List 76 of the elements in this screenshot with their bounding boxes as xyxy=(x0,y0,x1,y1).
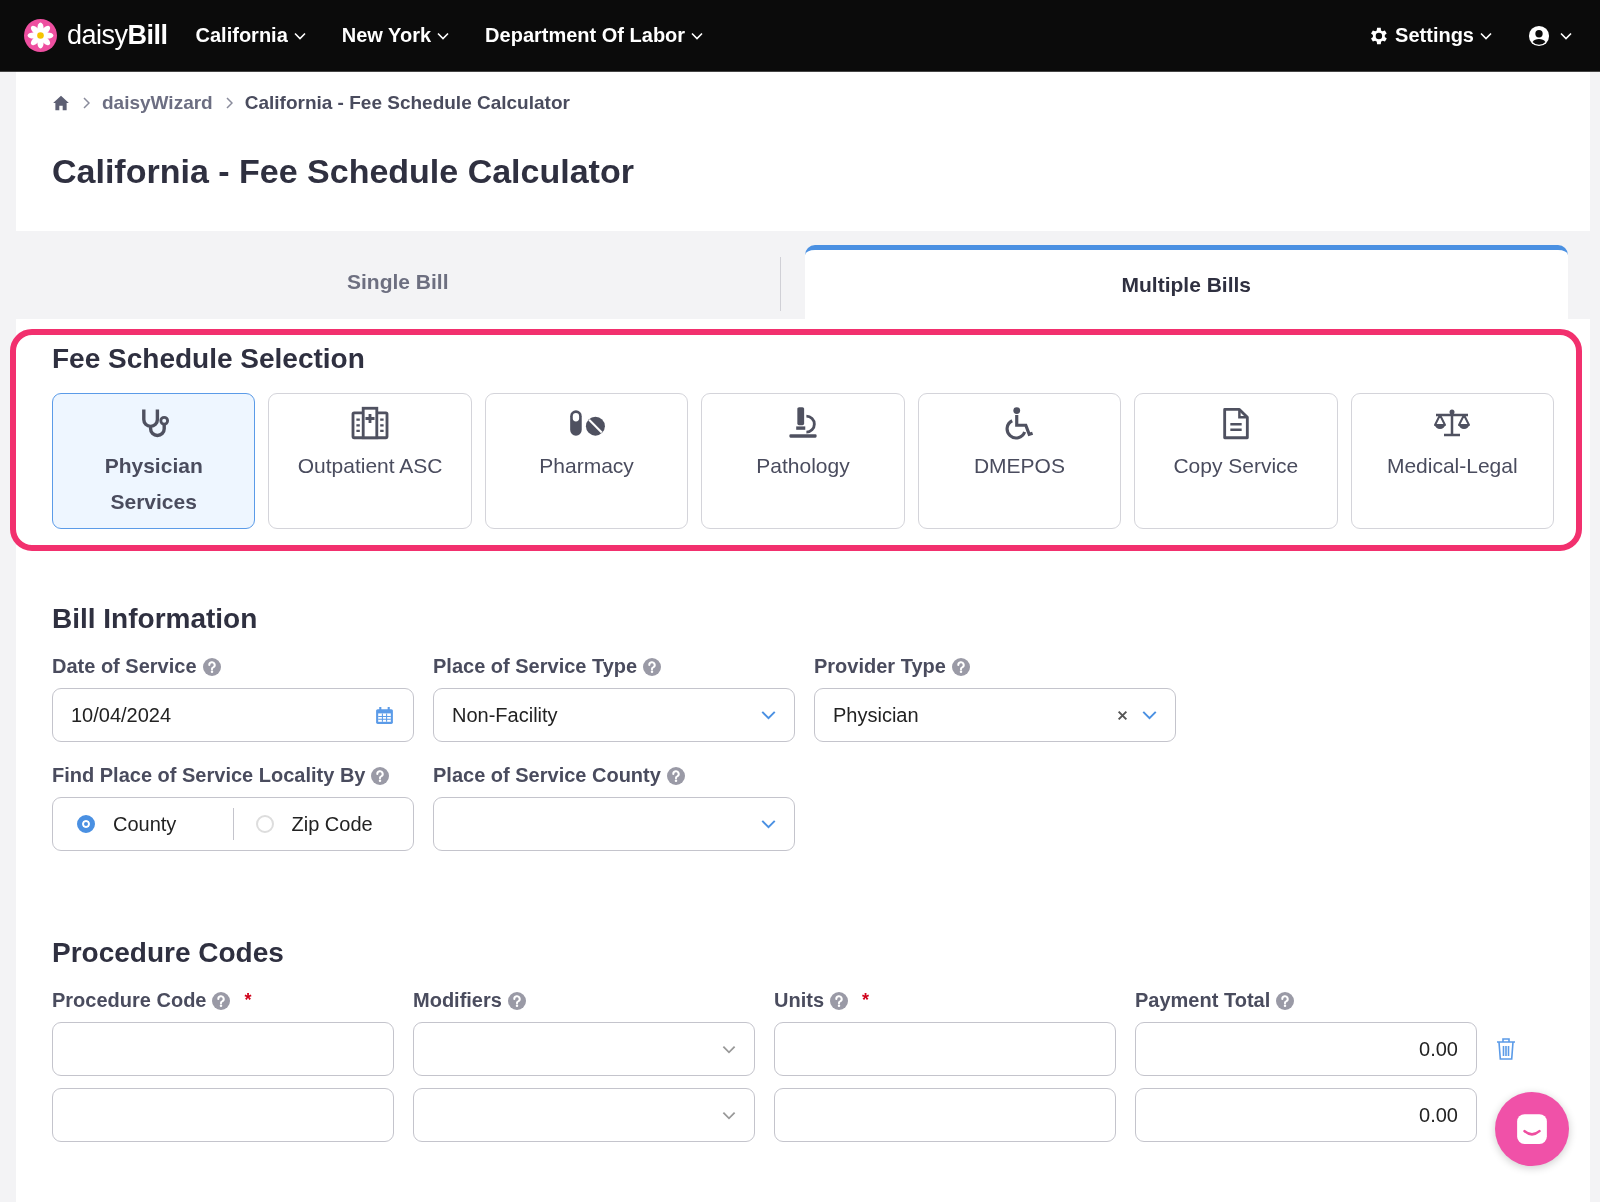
help-icon[interactable] xyxy=(202,657,221,676)
nav-menu[interactable]: New York xyxy=(341,24,450,47)
tab[interactable]: Single Bill xyxy=(16,245,780,319)
nav-menu[interactable]: Department Of Labor xyxy=(485,24,704,47)
column-label: Payment Total xyxy=(1135,989,1271,1012)
help-icon[interactable] xyxy=(643,657,662,676)
input-field[interactable]: 0.00 xyxy=(1135,1088,1477,1142)
column-label: Modifiers xyxy=(413,989,502,1012)
page-title: California - Fee Schedule Calculator xyxy=(52,152,635,191)
breadcrumb-link[interactable]: daisyWizard xyxy=(102,92,213,114)
field-label: Date of Service xyxy=(52,655,197,678)
help-icon[interactable] xyxy=(830,991,848,1010)
home-icon[interactable] xyxy=(52,94,70,112)
section-title: Procedure Codes xyxy=(52,937,285,969)
trash-icon[interactable] xyxy=(1496,1037,1516,1061)
select-field[interactable] xyxy=(413,1022,755,1076)
brand-name[interactable]: daisyBill xyxy=(67,20,168,51)
column-label: Units xyxy=(774,989,824,1012)
select-field[interactable] xyxy=(413,1088,755,1142)
field-label: Find Place of Service Locality By xyxy=(52,764,366,787)
date-field[interactable]: 10/04/2024 xyxy=(52,688,414,742)
chevron-down-icon xyxy=(761,819,776,829)
fee-schedule-option[interactable]: Physician Services xyxy=(52,393,256,529)
select-field[interactable]: Non-Facility xyxy=(433,688,795,742)
tab[interactable]: Multiple Bills xyxy=(804,245,1568,319)
chat-icon xyxy=(1515,1112,1549,1146)
input-field[interactable] xyxy=(52,1088,394,1142)
required-mark: * xyxy=(862,990,869,1011)
field-label: Provider Type xyxy=(814,655,946,678)
chevron-down-icon xyxy=(1480,31,1492,40)
radio-option[interactable]: County xyxy=(77,812,211,836)
radio-option[interactable]: Zip Code xyxy=(255,812,389,836)
fee-schedule-option[interactable]: Pharmacy xyxy=(484,393,689,529)
section-title: Fee Schedule Selection xyxy=(52,343,366,375)
fee-schedule-option[interactable]: DMEPOS xyxy=(917,393,1122,529)
input-field[interactable] xyxy=(52,1022,394,1076)
field-label: Place of Service Type xyxy=(433,655,638,678)
column-label: Procedure Code xyxy=(52,989,207,1012)
hospital-icon xyxy=(350,406,391,440)
help-icon[interactable] xyxy=(1276,991,1295,1010)
help-icon[interactable] xyxy=(507,991,526,1010)
help-icon[interactable] xyxy=(951,657,970,676)
calendar-icon xyxy=(374,704,395,726)
section-title: Bill Information xyxy=(52,603,259,635)
nav-menu[interactable]: California xyxy=(195,24,306,47)
chevron-right-icon xyxy=(224,97,233,109)
select-field[interactable]: Physician xyxy=(814,688,1176,742)
input-field[interactable] xyxy=(774,1088,1116,1142)
flower-logo-icon xyxy=(24,19,57,52)
field-label: Place of Service County xyxy=(433,764,661,787)
radio-button[interactable] xyxy=(77,815,95,833)
fee-schedule-option[interactable]: Medical-Legal xyxy=(1350,393,1554,529)
user-icon xyxy=(1528,24,1550,47)
input-field[interactable] xyxy=(774,1022,1116,1076)
chevron-down-icon xyxy=(761,710,776,720)
settings-menu[interactable]: Settings xyxy=(1367,24,1492,47)
chevron-down-icon xyxy=(1560,31,1572,40)
chevron-down-icon xyxy=(293,31,306,40)
required-mark: * xyxy=(244,990,252,1011)
chevron-down-icon xyxy=(722,1110,736,1120)
chevron-right-icon xyxy=(82,97,90,109)
help-icon[interactable] xyxy=(666,766,685,785)
fee-schedule-option[interactable]: Outpatient ASC xyxy=(268,393,472,529)
chevron-down-icon xyxy=(1142,710,1157,720)
input-field[interactable]: 0.00 xyxy=(1135,1022,1477,1076)
breadcrumb-link[interactable]: California - Fee Schedule Calculator xyxy=(244,92,570,114)
clear-icon[interactable] xyxy=(1117,709,1128,721)
help-icon[interactable] xyxy=(371,766,390,785)
fee-schedule-option[interactable]: Pathology xyxy=(701,393,905,529)
chevron-down-icon xyxy=(437,31,450,40)
chevron-down-icon xyxy=(691,31,704,40)
fee-schedule-option[interactable]: Copy Service xyxy=(1134,393,1338,529)
help-icon[interactable] xyxy=(212,991,231,1010)
select-field[interactable] xyxy=(433,797,795,851)
chevron-down-icon xyxy=(722,1044,736,1054)
account-menu[interactable] xyxy=(1528,24,1572,47)
